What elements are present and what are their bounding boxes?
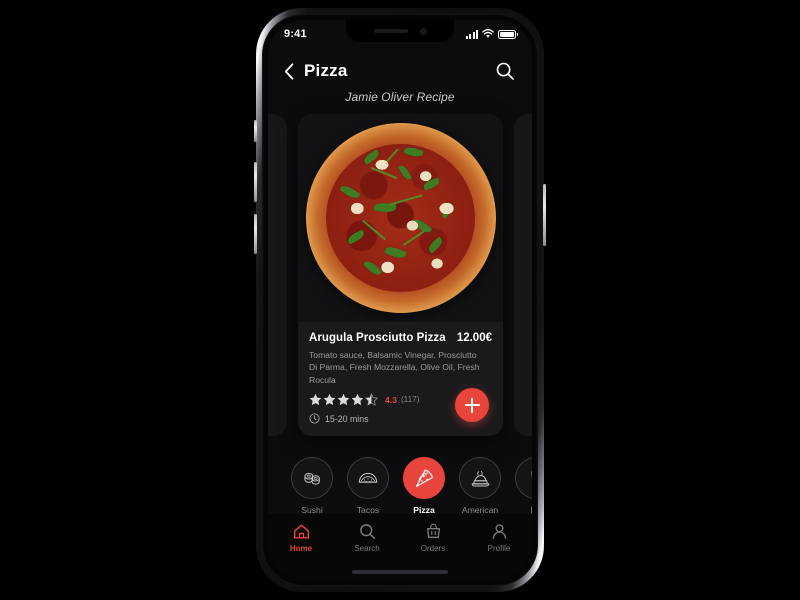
- category-item-pizza[interactable]: Pizza: [402, 457, 446, 515]
- drinks-icon: [531, 471, 532, 479]
- volume-down-button[interactable]: [254, 214, 257, 254]
- tab-label: Home: [289, 544, 313, 553]
- basket-icon: [426, 523, 440, 539]
- star-full-icon: [309, 394, 322, 406]
- category-icon-wrapper: [459, 457, 501, 499]
- status-bar-icons: [465, 29, 518, 39]
- roast-chicken-icon: [471, 470, 489, 487]
- category-icon-wrapper: [515, 457, 532, 499]
- pizza-slice-icon: [415, 468, 433, 487]
- phone-screen: 9:41 Pizza Jamie Oliver Recipe Arugula P…: [268, 20, 532, 580]
- home-icon: [293, 524, 309, 539]
- add-to-cart-button[interactable]: [455, 388, 489, 422]
- back-button[interactable]: [284, 60, 302, 82]
- tab-home[interactable]: Home: [268, 522, 334, 553]
- header-search-button[interactable]: [494, 60, 516, 82]
- category-icon-wrapper: [403, 457, 445, 499]
- app-header: Pizza: [268, 54, 532, 88]
- power-button[interactable]: [543, 184, 546, 246]
- category-icon-wrapper: [291, 457, 333, 499]
- screenshot-canvas: 9:41 Pizza Jamie Oliver Recipe Arugula P…: [0, 0, 800, 600]
- battery-full-icon: [498, 29, 518, 39]
- signal-bars-icon: [465, 29, 478, 39]
- search-icon: [496, 62, 514, 80]
- dish-description: Tomato sauce, Balsamic Vinegar, Prosciut…: [309, 350, 480, 385]
- sushi-icon: [304, 472, 320, 485]
- tab-label: Profile: [487, 544, 511, 553]
- front-camera-icon: [419, 27, 427, 35]
- category-item-drinks[interactable]: Dri: [514, 457, 532, 515]
- dish-title-row: Arugula Prosciutto Pizza 12.00€: [309, 332, 492, 344]
- rating-value: 4.3: [385, 394, 397, 405]
- chevron-left-icon: [284, 62, 294, 80]
- dish-photo: [298, 114, 503, 322]
- device-notch: [346, 20, 454, 42]
- tab-label: Orders: [420, 544, 446, 553]
- tab-search[interactable]: Search: [334, 522, 400, 553]
- star-full-icon: [337, 394, 350, 406]
- category-item-sushi[interactable]: Sushi: [290, 457, 334, 515]
- taco-icon: [358, 472, 378, 483]
- plus-icon: [464, 403, 480, 407]
- dish-name: Arugula Prosciutto Pizza: [309, 332, 446, 344]
- category-item-american[interactable]: American: [458, 457, 502, 515]
- phone-device-frame: 9:41 Pizza Jamie Oliver Recipe Arugula P…: [254, 8, 546, 592]
- mute-switch[interactable]: [254, 120, 257, 142]
- category-carousel[interactable]: Sushi Tacos Pizza American: [268, 450, 532, 522]
- clock-icon: [309, 413, 320, 424]
- status-bar-time: 9:41: [284, 28, 307, 40]
- volume-up-button[interactable]: [254, 162, 257, 202]
- search-icon: [359, 524, 375, 540]
- dish-card[interactable]: Arugula Prosciutto Pizza 12.00€ Tomato s…: [298, 114, 503, 436]
- tab-orders[interactable]: Orders: [400, 522, 466, 553]
- category-item-tacos[interactable]: Tacos: [346, 457, 390, 515]
- tab-label: Search: [354, 544, 380, 553]
- star-half-icon: [365, 393, 378, 407]
- arugula-leaves-overlay: [306, 123, 496, 313]
- person-icon: [492, 524, 506, 539]
- tab-profile[interactable]: Profile: [466, 522, 532, 553]
- pizza-image: [305, 123, 496, 313]
- category-icon-wrapper: [347, 457, 389, 499]
- star-rating: [309, 393, 378, 407]
- rating-count: (117): [400, 395, 420, 405]
- dish-carousel[interactable]: Arugula Prosciutto Pizza 12.00€ Tomato s…: [268, 114, 532, 436]
- speaker-grille-icon: [373, 29, 408, 33]
- wifi-icon: [482, 29, 494, 38]
- carousel-card-previous[interactable]: [268, 114, 287, 436]
- recipe-subtitle: Jamie Oliver Recipe: [345, 90, 455, 104]
- dish-price: 12.00€: [456, 332, 492, 344]
- preparation-time: 15-20 mins: [325, 413, 369, 424]
- star-full-icon: [323, 394, 336, 406]
- star-full-icon: [351, 394, 364, 406]
- home-indicator[interactable]: [352, 570, 448, 574]
- page-title: Pizza: [304, 61, 348, 80]
- carousel-card-next[interactable]: [514, 114, 532, 436]
